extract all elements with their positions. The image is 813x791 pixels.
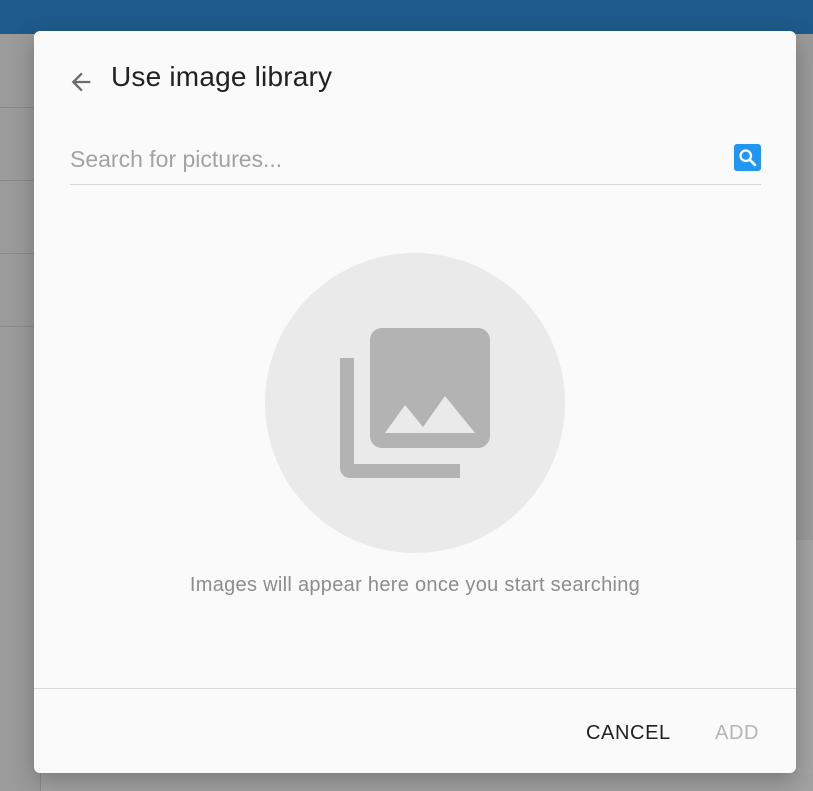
back-button[interactable] [64, 65, 98, 99]
search-bar [70, 135, 761, 185]
background-bottom-strip [40, 773, 813, 791]
search-button[interactable] [734, 144, 761, 171]
empty-state-message: Images will appear here once you start s… [189, 574, 641, 596]
background-side-panel [796, 540, 813, 791]
search-icon [739, 149, 757, 167]
search-input[interactable] [70, 139, 710, 179]
arrow-left-icon [71, 72, 91, 92]
image-library-dialog: Use image library Images will appear her… [34, 31, 796, 773]
dialog-header: Use image library [34, 31, 796, 121]
photo-library-icon [340, 328, 490, 478]
cancel-button[interactable]: CANCEL [572, 715, 685, 751]
background-app-bar [0, 0, 813, 34]
empty-state-illustration [265, 253, 565, 553]
dialog-title: Use image library [111, 61, 333, 92]
dialog-footer: CANCEL ADD [34, 689, 796, 773]
add-button[interactable]: ADD [701, 715, 773, 751]
